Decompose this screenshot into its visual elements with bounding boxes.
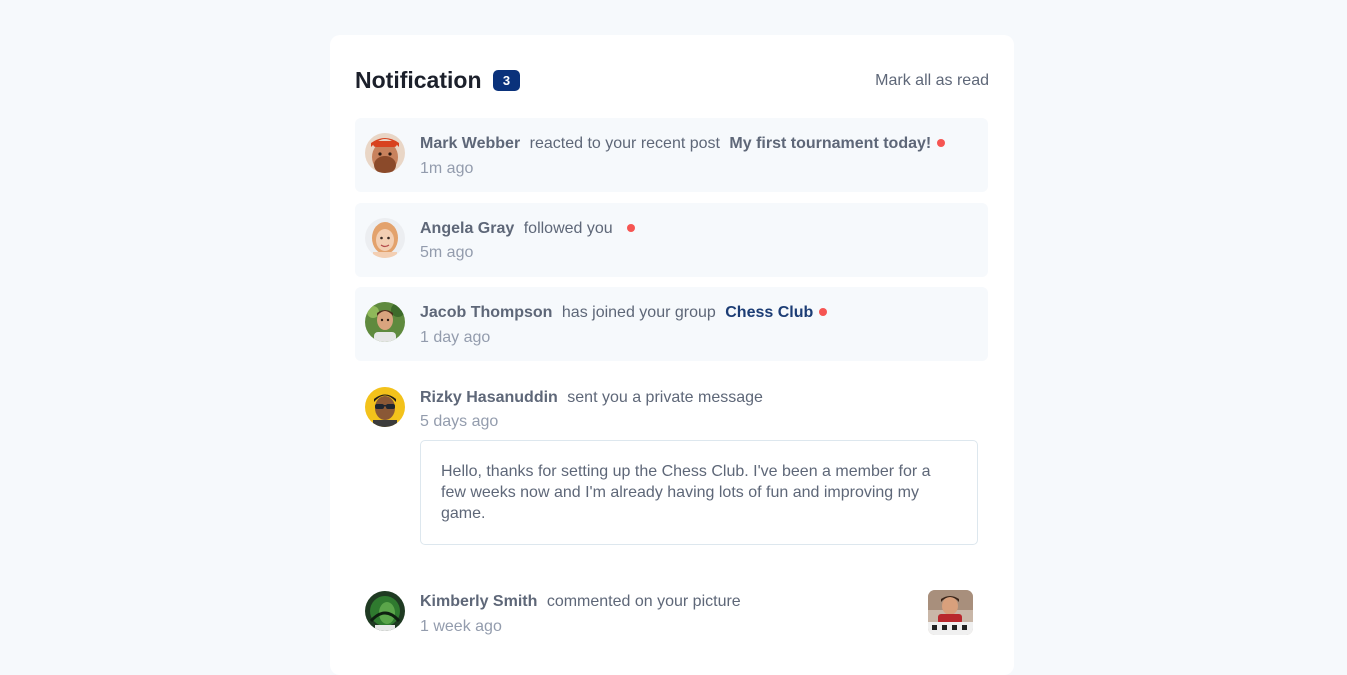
- avatar[interactable]: [365, 591, 405, 631]
- notification-text: Jacob Thompson has joined your group Che…: [420, 303, 828, 323]
- notification-action: has joined your group: [561, 304, 716, 321]
- notification-text: Kimberly Smith commented on your picture: [420, 592, 746, 612]
- page-title: Notification: [355, 67, 482, 93]
- unread-dot: [819, 308, 828, 316]
- avatar[interactable]: [365, 218, 405, 258]
- chess-photo-thumbnail[interactable]: [928, 590, 973, 635]
- notification-action: followed you: [523, 220, 613, 237]
- notification-item[interactable]: Kimberly Smith commented on your picture…: [355, 580, 988, 654]
- notification-item[interactable]: Rizky Hasanuddin sent you a private mess…: [355, 372, 988, 562]
- user-name[interactable]: Mark Webber: [420, 135, 520, 152]
- notification-time: 5 days ago: [420, 413, 499, 430]
- mark-all-as-read-button[interactable]: Mark all as read: [875, 71, 989, 91]
- notification-time: 1m ago: [420, 160, 474, 177]
- avatar[interactable]: [365, 302, 405, 342]
- avatar[interactable]: [365, 387, 405, 427]
- user-name[interactable]: Kimberly Smith: [420, 593, 537, 610]
- unread-dot: [937, 139, 946, 147]
- notification-card: Notification 3 Mark all as read Mark Web…: [330, 35, 1014, 675]
- notification-time: 1 week ago: [420, 618, 502, 635]
- notification-action: sent you a private message: [567, 389, 763, 406]
- unread-count-badge: 3: [493, 70, 520, 91]
- user-name[interactable]: Rizky Hasanuddin: [420, 389, 558, 406]
- notification-time: 1 day ago: [420, 329, 491, 346]
- user-name[interactable]: Angela Gray: [420, 220, 514, 237]
- notification-text: Rizky Hasanuddin sent you a private mess…: [420, 388, 768, 408]
- notification-item[interactable]: Jacob Thompson has joined your group Che…: [355, 287, 988, 361]
- notification-item[interactable]: Angela Gray followed you 5m ago: [355, 203, 988, 277]
- avatar[interactable]: [365, 133, 405, 173]
- notification-text: Angela Gray followed you: [420, 219, 635, 239]
- notification-action: commented on your picture: [546, 593, 741, 610]
- unread-dot: [626, 224, 635, 232]
- notification-header: Notification 3 Mark all as read: [355, 67, 989, 97]
- notification-text: Mark Webber reacted to your recent post …: [420, 134, 946, 154]
- group-link[interactable]: Chess Club: [725, 304, 813, 321]
- private-message[interactable]: Hello, thanks for setting up the Chess C…: [420, 440, 978, 545]
- notification-time: 5m ago: [420, 244, 474, 261]
- user-name[interactable]: Jacob Thompson: [420, 304, 552, 321]
- notification-item[interactable]: Mark Webber reacted to your recent post …: [355, 118, 988, 192]
- notification-action: reacted to your recent post: [529, 135, 720, 152]
- post-link[interactable]: My first tournament today!: [729, 135, 931, 152]
